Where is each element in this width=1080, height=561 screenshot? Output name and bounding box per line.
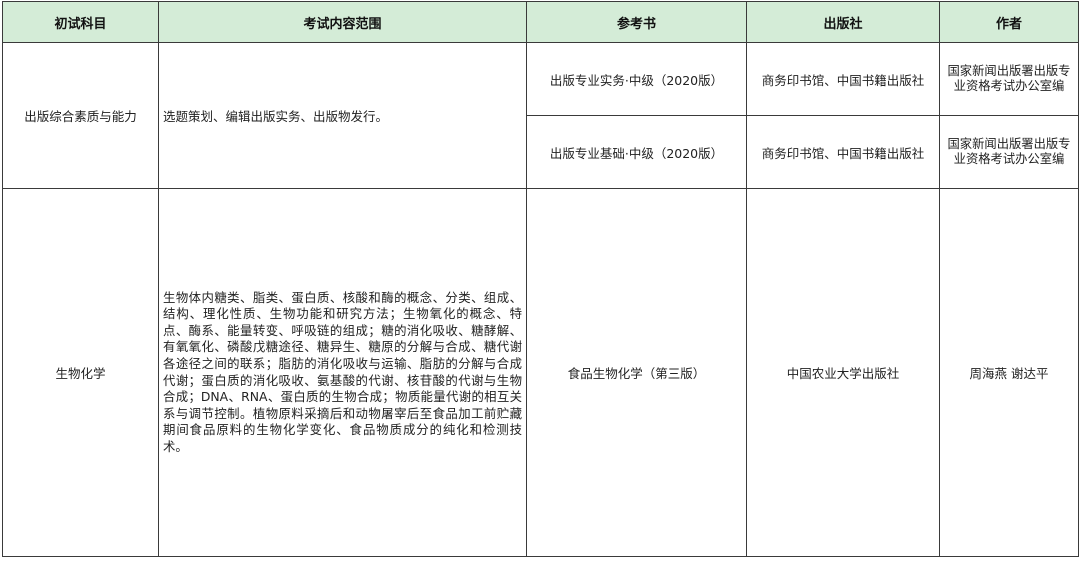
header-author: 作者 xyxy=(939,1,1079,43)
author-cell: 国家新闻出版署出版专业资格考试办公室编 xyxy=(939,42,1079,116)
subject-cell: 出版综合素质与能力 xyxy=(2,42,159,189)
subject-cell: 生物化学 xyxy=(2,188,159,557)
author-cell: 国家新闻出版署出版专业资格考试办公室编 xyxy=(939,115,1079,189)
header-row: 初试科目 考试内容范围 参考书 出版社 作者 xyxy=(2,1,1079,43)
scope-cell: 选题策划、编辑出版实务、出版物发行。 xyxy=(158,42,527,189)
table-row: 生物化学 生物体内糖类、脂类、蛋白质、核酸和酶的概念、分类、组成、结构、理化性质… xyxy=(2,188,1079,557)
publisher-cell: 中国农业大学出版社 xyxy=(746,188,940,557)
header-publisher: 出版社 xyxy=(746,1,940,43)
header-subject: 初试科目 xyxy=(2,1,159,43)
book-title-cell: 出版专业实务·中级（2020版） xyxy=(526,42,747,116)
author-cell: 周海燕 谢达平 xyxy=(939,188,1079,557)
book-title-cell: 食品生物化学（第三版） xyxy=(526,188,747,557)
header-reference-book: 参考书 xyxy=(526,1,747,43)
exam-table: 初试科目 考试内容范围 参考书 出版社 作者 出版综合素质与能力 选题策划、编辑… xyxy=(2,1,1079,557)
book-title-cell: 出版专业基础·中级（2020版） xyxy=(526,115,747,189)
publisher-cell: 商务印书馆、中国书籍出版社 xyxy=(746,42,940,116)
publisher-cell: 商务印书馆、中国书籍出版社 xyxy=(746,115,940,189)
table-row: 出版综合素质与能力 选题策划、编辑出版实务、出版物发行。 出版专业实务·中级（2… xyxy=(2,42,1079,189)
scope-cell: 生物体内糖类、脂类、蛋白质、核酸和酶的概念、分类、组成、结构、理化性质、生物功能… xyxy=(158,188,527,557)
header-scope: 考试内容范围 xyxy=(158,1,527,43)
